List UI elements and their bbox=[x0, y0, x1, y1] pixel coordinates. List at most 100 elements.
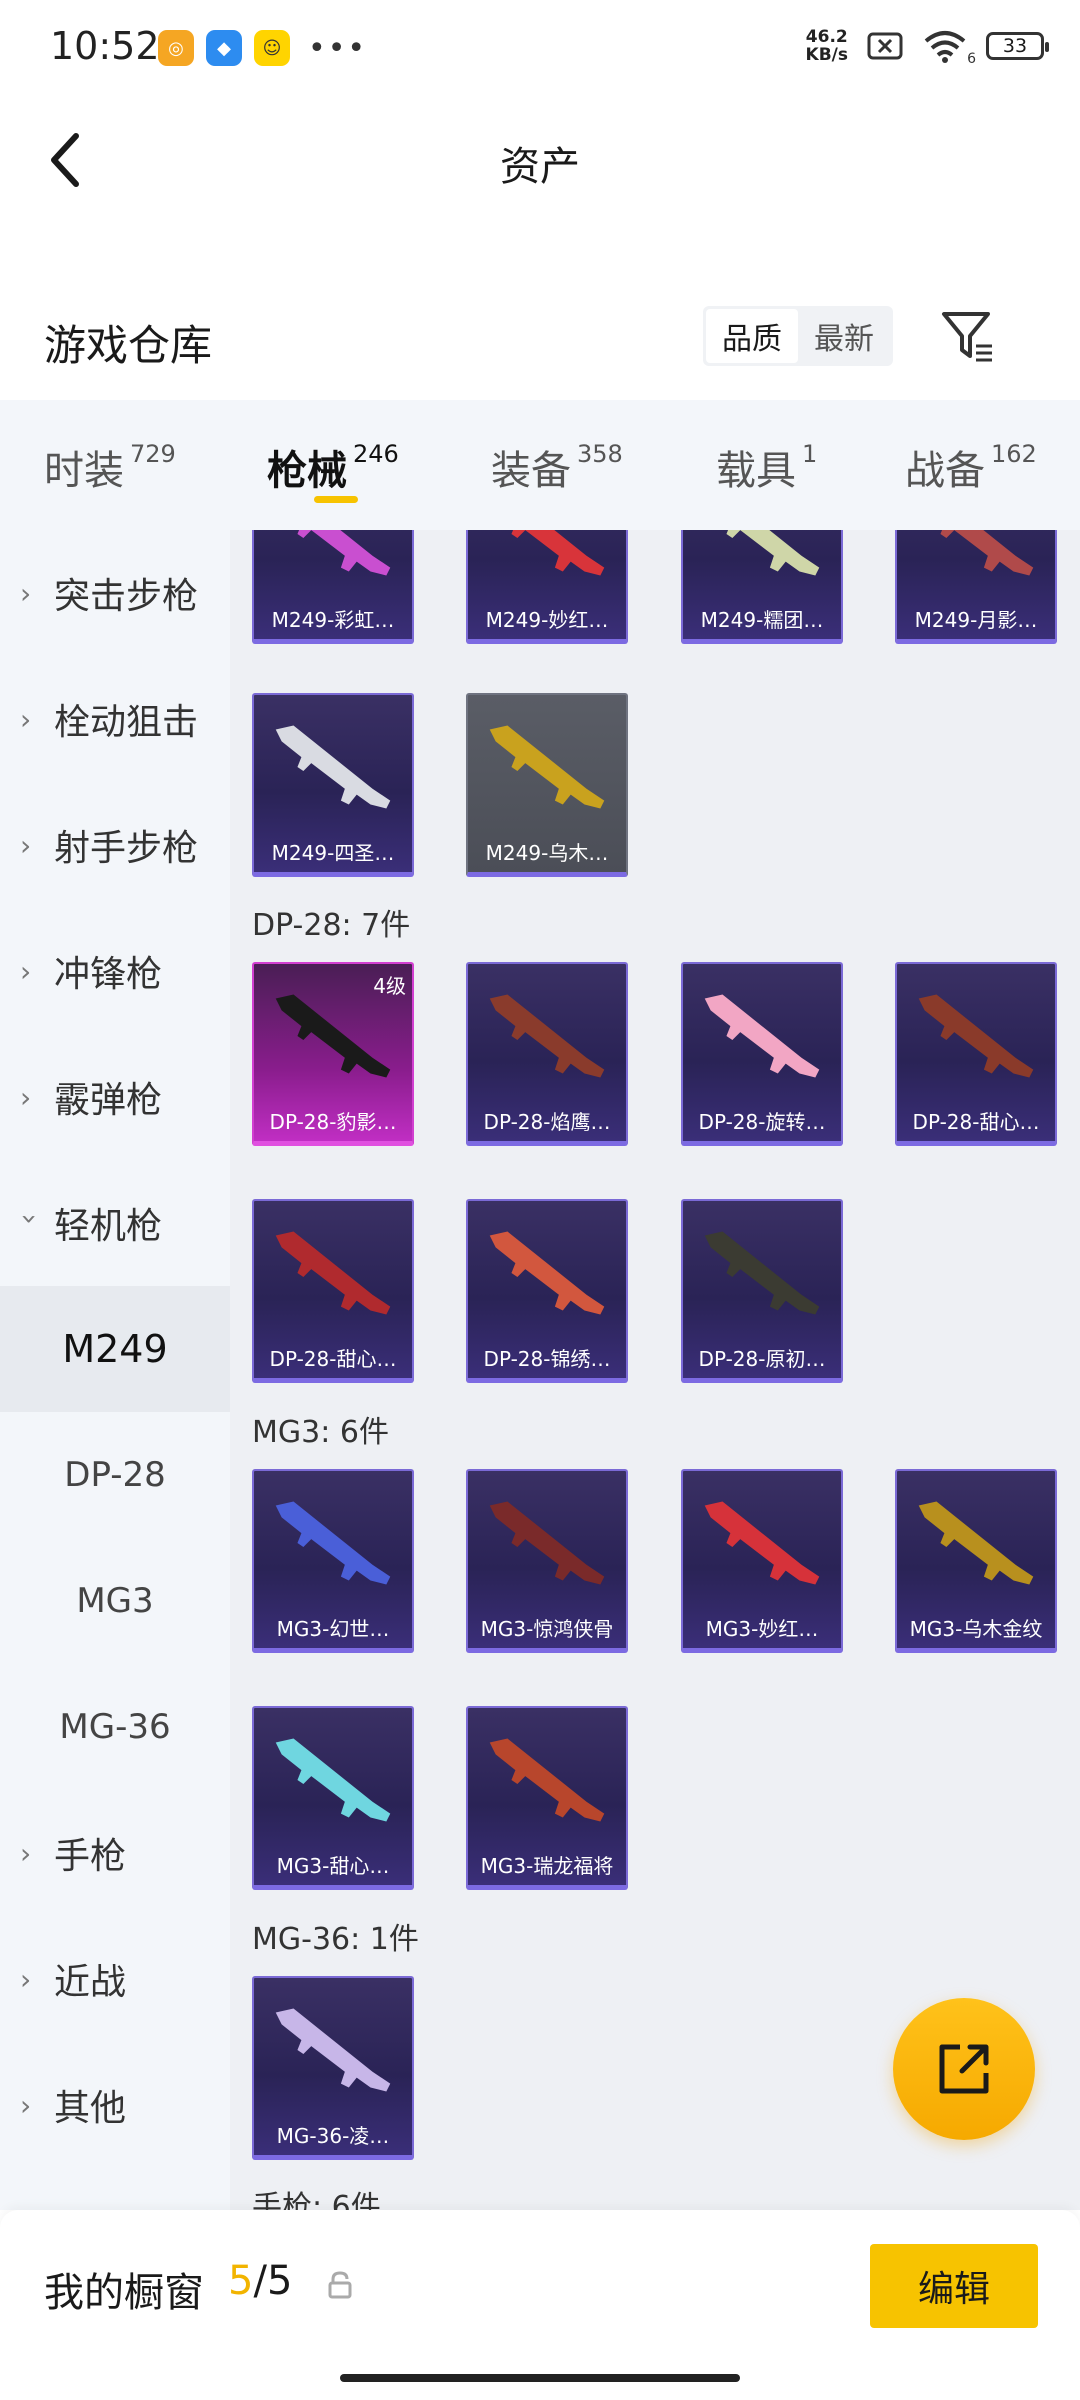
item-card[interactable]: M249-月影… bbox=[895, 530, 1057, 644]
tab-fashion[interactable]: 时装 729 bbox=[44, 438, 176, 496]
more-icon: ••• bbox=[308, 30, 368, 66]
gun-skin-icon bbox=[897, 978, 1055, 1098]
item-grid: M249-彩虹… M249-妙红… M249-糯团… M249-月影… M249… bbox=[230, 530, 1080, 2210]
app-icon-yellow: ☺ bbox=[254, 30, 290, 66]
sidebar-item-lmg[interactable]: › 轻机枪 bbox=[0, 1160, 230, 1286]
filter-button[interactable] bbox=[940, 308, 996, 364]
item-card[interactable]: DP-28-旋转… bbox=[681, 962, 843, 1146]
gun-skin-icon bbox=[683, 1485, 841, 1605]
lock-icon bbox=[328, 2271, 352, 2299]
gun-skin-icon bbox=[468, 1722, 626, 1842]
group-label-pistol: 手枪: 6件 bbox=[252, 2190, 381, 2210]
gun-skin-icon bbox=[254, 1485, 412, 1605]
category-tabs: 时装 729 枪械 246 装备 358 载具 1 战备 162 bbox=[0, 400, 1080, 530]
gun-skin-icon bbox=[683, 978, 841, 1098]
status-right: 46.2 KB/s 6 33 bbox=[805, 27, 1049, 67]
item-card[interactable]: MG3-瑞龙福将 bbox=[466, 1706, 628, 1890]
sidebar-item-assault-rifle[interactable]: › 突击步枪 bbox=[0, 530, 230, 656]
group-label-mg3: MG3: 6件 bbox=[252, 1415, 389, 1450]
item-card[interactable]: MG3-妙红… bbox=[681, 1469, 843, 1653]
item-card[interactable]: M249-妙红… bbox=[466, 530, 628, 644]
gun-skin-icon bbox=[468, 1485, 626, 1605]
home-indicator bbox=[340, 2374, 740, 2382]
filter-icon bbox=[942, 312, 992, 362]
gun-skin-icon bbox=[254, 1722, 412, 1842]
group-label-dp28: DP-28: 7件 bbox=[252, 908, 411, 943]
item-card[interactable]: M249-彩虹… bbox=[252, 530, 414, 644]
sidebar-item-smg[interactable]: › 冲锋枪 bbox=[0, 908, 230, 1034]
showcase-title: 我的橱窗 bbox=[44, 2270, 204, 2316]
edit-button[interactable]: 编辑 bbox=[870, 2244, 1038, 2328]
net-speed: 46.2 KB/s bbox=[805, 27, 848, 65]
sidebar-sub-dp28[interactable]: DP-28 bbox=[0, 1412, 230, 1538]
gun-skin-icon bbox=[254, 709, 412, 829]
chevron-down-icon: › bbox=[13, 1213, 47, 1225]
item-card[interactable]: M249-四圣… bbox=[252, 693, 414, 877]
gun-skin-icon bbox=[468, 1215, 626, 1335]
item-card[interactable]: 4级 DP-28-豹影… bbox=[252, 962, 414, 1146]
showcase-bar: 我的橱窗 5/5 编辑 bbox=[0, 2210, 1080, 2400]
sidebar-item-pistol[interactable]: › 手枪 bbox=[0, 1790, 230, 1916]
status-app-icons: ◎ ◆ ☺ ••• bbox=[158, 30, 367, 66]
item-card[interactable]: DP-28-锦绣… bbox=[466, 1199, 628, 1383]
chevron-right-icon: › bbox=[20, 1962, 32, 1996]
item-card[interactable]: DP-28-甜心… bbox=[252, 1199, 414, 1383]
page-title: 资产 bbox=[500, 144, 580, 190]
item-card[interactable]: M249-乌木… bbox=[466, 693, 628, 877]
no-sim-icon bbox=[867, 32, 903, 60]
nav-bar: 资产 bbox=[0, 96, 1080, 226]
status-bar: 10:52 ◎ ◆ ☺ ••• 46.2 KB/s 6 33 bbox=[0, 0, 1080, 96]
item-card[interactable]: M249-糯团… bbox=[681, 530, 843, 644]
chevron-right-icon: › bbox=[20, 954, 32, 988]
item-card[interactable]: DP-28-焰鹰… bbox=[466, 962, 628, 1146]
sidebar: › 突击步枪 › 栓动狙击 › 射手步枪 › 冲锋枪 › 霰弹枪 › 轻机枪 M… bbox=[0, 530, 230, 2210]
item-card[interactable]: MG3-甜心… bbox=[252, 1706, 414, 1890]
item-card[interactable]: MG3-惊鸿侠骨 bbox=[466, 1469, 628, 1653]
sidebar-item-bolt-sniper[interactable]: › 栓动狙击 bbox=[0, 656, 230, 782]
item-card[interactable]: MG3-幻世… bbox=[252, 1469, 414, 1653]
gun-skin-icon bbox=[468, 709, 626, 829]
tab-vehicles[interactable]: 载具 1 bbox=[716, 438, 817, 496]
sidebar-sub-m249[interactable]: M249 bbox=[0, 1286, 230, 1412]
gun-skin-icon bbox=[683, 1215, 841, 1335]
item-card[interactable]: DP-28-原初… bbox=[681, 1199, 843, 1383]
chevron-right-icon: › bbox=[20, 1080, 32, 1114]
item-card[interactable]: MG-36-凌… bbox=[252, 1976, 414, 2160]
chevron-right-icon: › bbox=[20, 2088, 32, 2122]
showcase-count: 5/5 bbox=[228, 2258, 293, 2304]
sidebar-sub-mg36[interactable]: MG-36 bbox=[0, 1664, 230, 1790]
tab-guns[interactable]: 枪械 246 bbox=[267, 438, 399, 496]
sidebar-item-shotgun[interactable]: › 霰弹枪 bbox=[0, 1034, 230, 1160]
sidebar-item-other[interactable]: › 其他 bbox=[0, 2042, 230, 2168]
app-icon-blue: ◆ bbox=[206, 30, 242, 66]
sidebar-item-marksman-rifle[interactable]: › 射手步枪 bbox=[0, 782, 230, 908]
warehouse-header: 游戏仓库 品质 最新 bbox=[0, 290, 1080, 400]
sidebar-item-melee[interactable]: › 近战 bbox=[0, 1916, 230, 2042]
chevron-right-icon: › bbox=[20, 1836, 32, 1870]
chevron-right-icon: › bbox=[20, 576, 32, 610]
status-time: 10:52 bbox=[50, 24, 160, 68]
gun-skin-icon bbox=[897, 1485, 1055, 1605]
sort-quality-button[interactable]: 品质 bbox=[706, 309, 798, 363]
wifi-icon: 6 bbox=[922, 29, 976, 67]
tab-equipment[interactable]: 装备 358 bbox=[491, 438, 623, 496]
gun-skin-icon bbox=[254, 1215, 412, 1335]
tab-combat-supplies[interactable]: 战备 162 bbox=[905, 438, 1037, 496]
chevron-right-icon: › bbox=[20, 702, 32, 736]
gun-skin-icon bbox=[468, 530, 626, 596]
level-badge: 4级 bbox=[373, 974, 406, 998]
item-card[interactable]: MG3-乌木金纹 bbox=[895, 1469, 1057, 1653]
chevron-right-icon: › bbox=[20, 828, 32, 862]
share-button[interactable] bbox=[893, 1998, 1035, 2140]
group-label-mg36: MG-36: 1件 bbox=[252, 1922, 419, 1957]
item-card[interactable]: DP-28-甜心… bbox=[895, 962, 1057, 1146]
warehouse-title: 游戏仓库 bbox=[44, 321, 213, 370]
gun-skin-icon bbox=[897, 530, 1055, 596]
sidebar-sub-mg3[interactable]: MG3 bbox=[0, 1538, 230, 1664]
battery-icon: 33 bbox=[986, 32, 1049, 60]
active-tab-indicator bbox=[314, 496, 358, 503]
app-icon-target: ◎ bbox=[158, 30, 194, 66]
gun-skin-icon bbox=[254, 1992, 412, 2112]
sort-newest-button[interactable]: 最新 bbox=[798, 309, 890, 363]
gun-skin-icon bbox=[468, 978, 626, 1098]
